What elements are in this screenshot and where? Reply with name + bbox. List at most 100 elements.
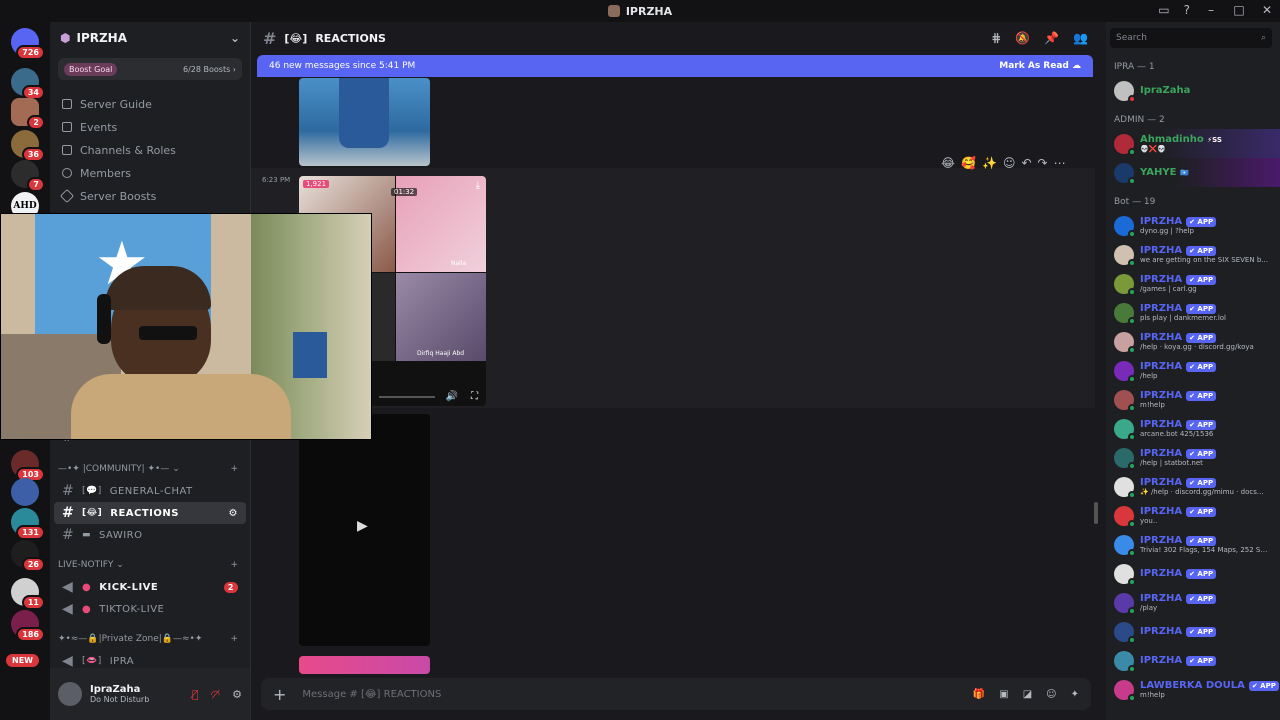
reaction-laugh-icon[interactable]: 😂 <box>941 156 955 170</box>
member-bot[interactable]: IPRZHA ✔ APP Trivia! 302 Flags, 154 Maps, … <box>1106 530 1280 559</box>
inbox-icon[interactable]: ▭ <box>1158 3 1169 17</box>
sticker-icon[interactable]: ◪ <box>1023 689 1032 700</box>
add-attachment-icon[interactable]: + <box>273 685 286 704</box>
server-icon-active[interactable]: 2 <box>11 98 45 130</box>
channel-tiktok-live[interactable]: ◀ ● TIKTOK-LIVE <box>54 598 246 620</box>
member-admin[interactable]: Ahmadinho ⚡SS 💀❌💀 <box>1106 129 1280 158</box>
apps-icon[interactable]: ✦ <box>1071 689 1079 700</box>
member-admin[interactable]: YAHYE 🇸🇴 <box>1106 158 1280 187</box>
emoji-icon[interactable]: ☺ <box>1046 689 1056 700</box>
deafen-icon[interactable]: ◠̸ <box>211 688 221 701</box>
member-name: IPRZHA <box>1140 506 1183 517</box>
volume-icon[interactable]: 🔊 <box>446 391 458 402</box>
mark-as-read-button[interactable]: Mark As Read ☁ <box>999 61 1081 71</box>
member-bot[interactable]: IPRZHA ✔ APP/play <box>1106 588 1280 617</box>
close-icon[interactable]: ✕ <box>1260 3 1274 17</box>
message-image[interactable] <box>299 78 430 166</box>
member-bot[interactable]: IPRZHA ✔ APP m!help <box>1106 385 1280 414</box>
server-icon[interactable]: 186 <box>11 610 45 642</box>
member-bot[interactable]: IPRZHA ✔ APP <box>1106 559 1280 588</box>
server-icon[interactable]: 103 <box>11 450 45 482</box>
menu-server-guide[interactable]: Server Guide <box>50 93 250 115</box>
gift-icon[interactable]: 🎁 <box>973 689 985 700</box>
channel-general-chat[interactable]: # [💬] GENERAL-CHAT <box>54 480 246 502</box>
member-bot[interactable]: IPRZHA ✔ APP <box>1106 617 1280 646</box>
channel-reactions[interactable]: # [😂] REACTIONS ⚙ <box>54 502 246 524</box>
pin-icon[interactable]: 📌 <box>1044 31 1059 45</box>
app-badge: ✔ APP <box>1186 536 1217 546</box>
gear-icon[interactable]: ⚙ <box>232 688 242 701</box>
message-input[interactable]: Message # [😂] REACTIONS <box>302 689 441 700</box>
maximize-icon[interactable]: □ <box>1232 3 1246 17</box>
search-input[interactable]: Search ⌕ <box>1110 28 1272 48</box>
channel-sawiro[interactable]: # ▬ SAWIRO <box>54 524 246 546</box>
minimize-icon[interactable]: – <box>1204 3 1218 17</box>
member-name: IPRZHA <box>1140 535 1183 546</box>
member-owner[interactable]: IpraZaha <box>1106 76 1280 105</box>
video-progress[interactable] <box>379 396 435 398</box>
member-bot[interactable]: IPRZHA ✔ APP dyno.gg | ?help <box>1106 211 1280 240</box>
threads-icon[interactable]: ⋕ <box>991 31 1001 45</box>
direct-messages-icon[interactable]: 726 <box>11 28 45 60</box>
user-avatar[interactable] <box>58 682 82 706</box>
help-icon[interactable]: ? <box>1184 3 1190 17</box>
server-icon[interactable] <box>11 478 39 506</box>
member-bot[interactable]: IPRZHA ✔ APP pls play | dankmemer.lol <box>1106 298 1280 327</box>
fullscreen-icon[interactable]: ⛶ <box>471 391 478 402</box>
server-header[interactable]: ⬢ IPRZHA ⌄ <box>50 22 250 54</box>
mute-mic-icon[interactable]: 🎙̸ <box>192 688 199 701</box>
category-live-notify[interactable]: LIVE-NOTIFY ⌄ + <box>50 554 250 576</box>
member-bot[interactable]: IPRZHA ✔ APP/games | carl.gg <box>1106 269 1280 298</box>
message-image-3[interactable] <box>299 656 430 674</box>
menu-channels-roles[interactable]: Channels & Roles <box>50 139 250 161</box>
boost-goal[interactable]: Boost Goal 6/28 Boosts › <box>58 58 242 80</box>
more-icon[interactable]: ⋯ <box>1054 156 1066 170</box>
member-bot[interactable]: IPRZHA ✔ APP we are getting on the SIX SEV… <box>1106 240 1280 269</box>
category-private-zone[interactable]: ✦•≈—🔒|Private Zone|🔒—≈•✦ + <box>50 628 250 650</box>
scrollbar[interactable] <box>1094 502 1098 524</box>
member-bot[interactable]: LAWBERKA DOULA ✔ APP m!help <box>1106 675 1280 704</box>
server-icon[interactable]: 34 <box>11 68 45 100</box>
download-icon[interactable]: ⤓ <box>476 180 480 191</box>
member-bot[interactable]: IPRZHA ✔ APP arcane.bot 425/1536 <box>1106 414 1280 443</box>
menu-members[interactable]: Members <box>50 162 250 184</box>
new-badge[interactable]: NEW <box>6 654 39 667</box>
member-bot[interactable]: IPRZHA ✔ APP/help <box>1106 356 1280 385</box>
channel-kick-live[interactable]: ◀ ● KICK-LIVE 2 <box>54 576 246 598</box>
member-bot[interactable]: IPRZHA ✔ APP/help · koya.gg · discord.gg/… <box>1106 327 1280 356</box>
mute-bell-icon[interactable]: 🔕 <box>1015 31 1030 45</box>
category-community[interactable]: —•✦ |COMMUNITY| ✦•— ⌄ + <box>50 458 250 480</box>
menu-server-boosts[interactable]: Server Boosts <box>50 185 250 207</box>
reaction-sparkle-icon[interactable]: ✨ <box>982 156 997 170</box>
forward-icon[interactable]: ↷ <box>1038 156 1048 170</box>
server-icon[interactable]: 11 <box>11 578 45 610</box>
member-activity: pls play | dankmemer.lol <box>1140 314 1226 322</box>
server-icon[interactable]: 36 <box>11 130 45 162</box>
member-bot[interactable]: IPRZHA ✔ APP/help | statbot.net <box>1106 443 1280 472</box>
play-icon[interactable]: ▶ <box>357 518 368 534</box>
message-composer[interactable]: + Message # [😂] REACTIONS 🎁 ▣ ◪ ☺ ✦ <box>261 678 1091 710</box>
member-list-icon[interactable]: 👥 <box>1073 31 1088 45</box>
server-icon[interactable]: 26 <box>11 540 45 572</box>
new-messages-bar[interactable]: 46 new messages since 5:41 PM Mark As Re… <box>257 55 1093 77</box>
settings-icon[interactable]: ⚙ <box>229 508 238 519</box>
add-channel-icon[interactable]: + <box>230 560 238 570</box>
member-bot[interactable]: IPRZHA ✔ APP <box>1106 646 1280 675</box>
member-bot[interactable]: IPRZHA ✔ APP you.. <box>1106 501 1280 530</box>
emoji-icon: [👄] <box>82 656 102 666</box>
add-reaction-icon[interactable]: ☺ <box>1003 156 1016 170</box>
add-channel-icon[interactable]: + <box>230 464 238 474</box>
server-icon[interactable]: 131 <box>11 508 45 540</box>
webcam-overlay: ★ <box>0 213 372 440</box>
video-attachment-2[interactable]: ▶ <box>299 414 430 646</box>
add-channel-icon[interactable]: + <box>230 634 238 644</box>
app-badge: ✔ APP <box>1186 217 1217 227</box>
reaction-love-icon[interactable]: 🥰 <box>961 156 976 170</box>
status-icon <box>1128 548 1136 557</box>
member-bot[interactable]: IPRZHA ✔ APP ✨ /help · discord.gg/mimu · d… <box>1106 472 1280 501</box>
menu-events[interactable]: Events <box>50 116 250 138</box>
server-icon[interactable]: 7 <box>11 160 45 192</box>
category-label: ✦•≈—🔒|Private Zone|🔒—≈•✦ <box>58 634 203 644</box>
reply-icon[interactable]: ↶ <box>1021 156 1031 170</box>
gif-icon[interactable]: ▣ <box>999 689 1008 700</box>
